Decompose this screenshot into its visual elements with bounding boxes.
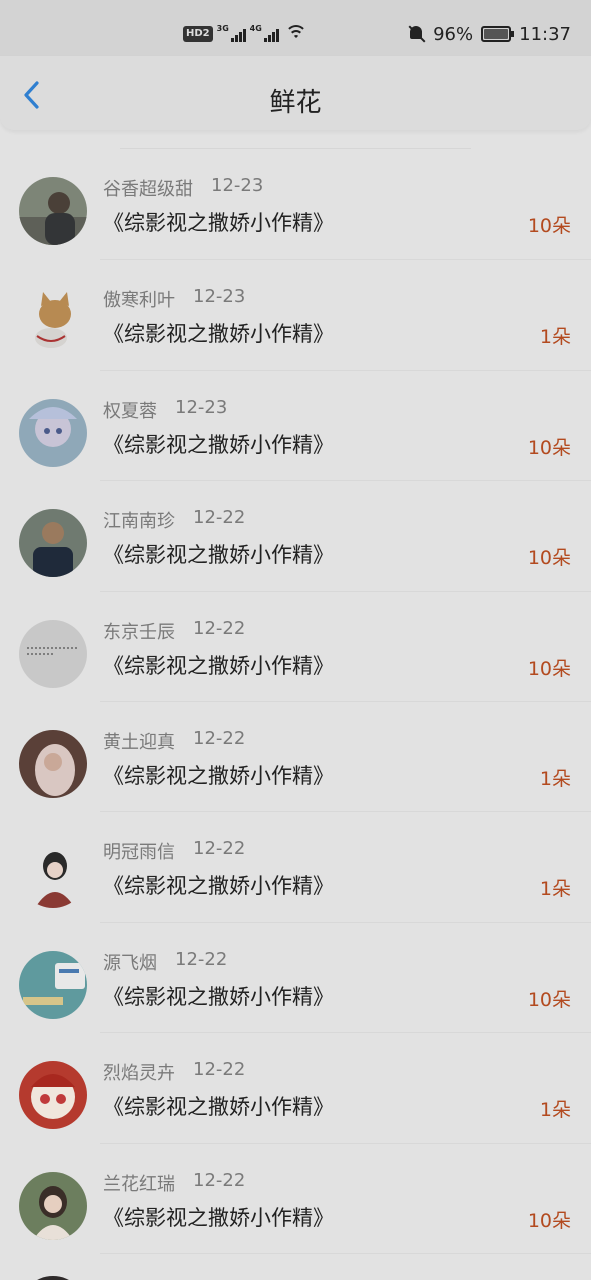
status-right: 96% 11:37 (407, 20, 571, 48)
user-name: 烈焰灵卉 (103, 1063, 175, 1085)
book-title: 《综影视之撒娇小作精》 (103, 1095, 334, 1120)
list-item-partial[interactable] (19, 1252, 591, 1280)
flower-amount: 1朵 (539, 878, 571, 901)
user-name: 傲寒利叶 (103, 290, 175, 312)
avatar[interactable] (19, 729, 87, 798)
user-name: 兰花红瑞 (103, 1173, 175, 1195)
user-name: 黄土迎真 (103, 731, 175, 753)
user-name: 谷香超级甜 (103, 179, 193, 200)
wifi-icon (284, 25, 307, 43)
flower-amount: 1朵 (539, 1099, 571, 1122)
flower-amount: 10朵 (527, 547, 571, 570)
network-indicators: HD2 3G 4G (183, 22, 307, 46)
list-item[interactable]: 兰花红瑞 12-22 《综影视之撒娇小作精》 10朵 (19, 1142, 591, 1253)
list-item[interactable]: 明冠雨信 12-22 《综影视之撒娇小作精》 1朵 (19, 811, 591, 921)
flower-amount: 10朵 (527, 657, 571, 680)
battery-percent: 96% (433, 23, 474, 45)
list-item[interactable]: 谷香超级甜 12-23 《综影视之撒娇小作精》 10朵 (0, 149, 591, 259)
book-title: 《综影视之撒娇小作精》 (103, 322, 334, 347)
flower-amount: 1朵 (539, 326, 571, 349)
gift-date: 12-22 (193, 1169, 246, 1191)
avatar[interactable] (19, 288, 87, 357)
book-title: 《综影视之撒娇小作精》 (103, 432, 334, 457)
flower-amount: 10朵 (527, 215, 571, 237)
avatar[interactable] (19, 1061, 87, 1130)
list-item[interactable]: 烈焰灵卉 12-22 《综影视之撒娇小作精》 1朵 (19, 1032, 591, 1142)
signal-3g-icon: 3G (217, 24, 246, 42)
gift-date: 12-23 (211, 175, 264, 196)
avatar[interactable] (19, 840, 87, 909)
list-item[interactable]: 权夏蓉 12-23 《综影视之撒娇小作精》 10朵 (19, 369, 591, 480)
flower-amount: 10朵 (527, 988, 571, 1011)
top-nav-bar: 鲜花 (0, 56, 591, 130)
avatar[interactable] (19, 177, 87, 245)
bell-muted-icon (407, 24, 425, 44)
user-name: 江南南珍 (103, 511, 175, 533)
clock: 11:37 (519, 23, 571, 45)
book-title: 《综影视之撒娇小作精》 (103, 653, 334, 678)
book-title: 《综影视之撒娇小作精》 (103, 874, 334, 899)
user-name: 源飞烟 (103, 952, 157, 974)
avatar[interactable] (19, 1275, 87, 1280)
gift-date: 12-22 (193, 838, 246, 860)
avatar[interactable] (19, 950, 87, 1019)
user-name: 权夏蓉 (103, 400, 157, 422)
flower-amount: 10朵 (527, 436, 571, 459)
avatar[interactable] (19, 619, 87, 688)
gift-date: 12-22 (175, 948, 228, 970)
gift-date: 12-22 (193, 507, 246, 529)
signal-4g-icon: 4G (250, 24, 279, 42)
flower-amount: 10朵 (527, 1209, 571, 1232)
page-title: 鲜花 (269, 88, 322, 118)
list-item[interactable]: 源飞烟 12-22 《综影视之撒娇小作精》 10朵 (19, 921, 591, 1032)
gift-date: 12-22 (193, 727, 246, 749)
list-item[interactable]: 东京壬辰 12-22 《综影视之撒娇小作精》 10朵 (19, 590, 591, 701)
user-name: 明冠雨信 (103, 842, 175, 864)
avatar[interactable] (19, 398, 87, 467)
list-item[interactable]: 黄土迎真 12-22 《综影视之撒娇小作精》 1朵 (19, 700, 591, 811)
book-title: 《综影视之撒娇小作精》 (103, 1205, 334, 1230)
battery-icon (481, 26, 515, 42)
list-item[interactable]: 江南南珍 12-22 《综影视之撒娇小作精》 10朵 (19, 480, 591, 590)
hd-badge: HD2 (183, 26, 213, 42)
gift-date: 12-23 (193, 286, 246, 308)
list-item[interactable]: 傲寒利叶 12-23 《综影视之撒娇小作精》 1朵 (19, 259, 591, 369)
book-title: 《综影视之撒娇小作精》 (103, 984, 334, 1009)
avatar[interactable] (19, 1171, 87, 1240)
gift-date: 12-22 (193, 617, 246, 639)
user-name: 东京壬辰 (103, 621, 175, 643)
flower-gift-list: 谷香超级甜 12-23 《综影视之撒娇小作精》 10朵 傲寒利叶 12-23 《… (0, 148, 591, 1280)
gift-date: 12-22 (193, 1059, 246, 1081)
book-title: 《综影视之撒娇小作精》 (103, 763, 334, 788)
book-title: 《综影视之撒娇小作精》 (103, 211, 334, 235)
flower-amount: 1朵 (539, 767, 571, 790)
gift-date: 12-23 (175, 396, 228, 418)
avatar[interactable] (19, 509, 87, 578)
book-title: 《综影视之撒娇小作精》 (103, 543, 334, 568)
